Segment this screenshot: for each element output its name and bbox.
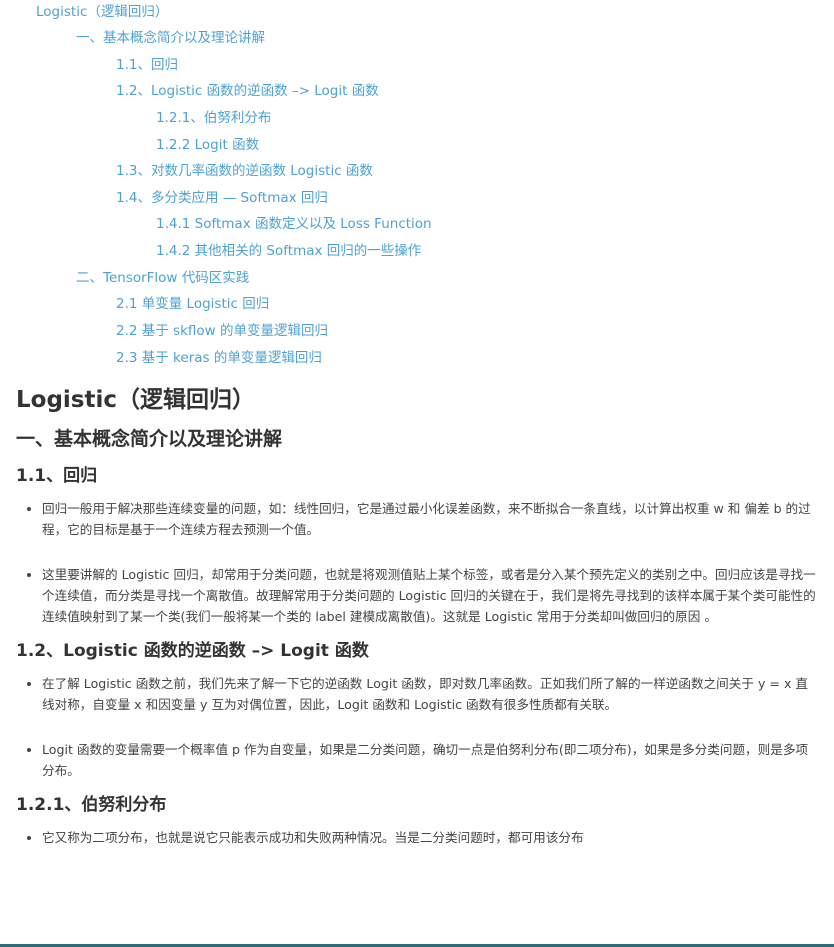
- bullet-list: 在了解 Logistic 函数之前，我们先来了解一下它的逆函数 Logit 函数…: [16, 673, 818, 781]
- toc-link[interactable]: 2.1 单变量 Logistic 回归: [116, 295, 269, 313]
- list-item: 回归一般用于解决那些连续变量的问题，如：线性回归，它是通过最小化误差函数，来不断…: [42, 498, 818, 540]
- page-title: Logistic（逻辑回归）: [16, 387, 256, 413]
- toc-link[interactable]: 1.1、回归: [116, 56, 178, 74]
- toc-link[interactable]: 1.3、对数几率函数的逆函数 Logistic 函数: [116, 162, 373, 180]
- toc-link[interactable]: 二、TensorFlow 代码区实践: [76, 269, 249, 287]
- toc-link[interactable]: 一、基本概念简介以及理论讲解: [76, 29, 265, 47]
- toc-link[interactable]: 1.4.2 其他相关的 Softmax 回归的一些操作: [156, 242, 421, 260]
- list-item: 在了解 Logistic 函数之前，我们先来了解一下它的逆函数 Logit 函数…: [42, 673, 818, 715]
- toc-link[interactable]: 2.2 基于 skflow 的单变量逻辑回归: [116, 322, 328, 340]
- toc-link[interactable]: 1.4、多分类应用 — Softmax 回归: [116, 189, 328, 207]
- toc-link[interactable]: 1.2.2 Logit 函数: [156, 136, 259, 154]
- subsection-heading: 1.2.1、伯努利分布: [16, 795, 167, 815]
- toc-link[interactable]: 2.3 基于 keras 的单变量逻辑回归: [116, 349, 322, 367]
- article-body: Logistic（逻辑回归） 一、基本概念简介以及理论讲解 1.1、回归 回归一…: [16, 384, 818, 856]
- subsection-heading: 1.2、Logistic 函数的逆函数 –> Logit 函数: [16, 641, 369, 661]
- section-heading: 一、基本概念简介以及理论讲解: [16, 428, 283, 450]
- list-item: 这里要讲解的 Logistic 回归，却常用于分类问题，也就是将观测值贴上某个标…: [42, 564, 818, 627]
- list-item: Logit 函数的变量需要一个概率值 p 作为自变量，如果是二分类问题，确切一点…: [42, 739, 818, 781]
- list-item: 它又称为二项分布，也就是说它只能表示成功和失败两种情况。当是二分类问题时，都可用…: [42, 827, 818, 848]
- table-of-contents: Logistic（逻辑回归） 一、基本概念简介以及理论讲解 1.1、回归 1.2…: [0, 0, 834, 372]
- bullet-list: 回归一般用于解决那些连续变量的问题，如：线性回归，它是通过最小化误差函数，来不断…: [16, 498, 818, 627]
- toc-link[interactable]: 1.2.1、伯努利分布: [156, 109, 271, 127]
- bullet-list: 它又称为二项分布，也就是说它只能表示成功和失败两种情况。当是二分类问题时，都可用…: [16, 827, 818, 848]
- toc-link[interactable]: 1.2、Logistic 函数的逆函数 –> Logit 函数: [116, 82, 379, 100]
- toc-link[interactable]: 1.4.1 Softmax 函数定义以及 Loss Function: [156, 215, 432, 233]
- subsection-heading: 1.1、回归: [16, 466, 98, 486]
- toc-link[interactable]: Logistic（逻辑回归）: [36, 3, 168, 21]
